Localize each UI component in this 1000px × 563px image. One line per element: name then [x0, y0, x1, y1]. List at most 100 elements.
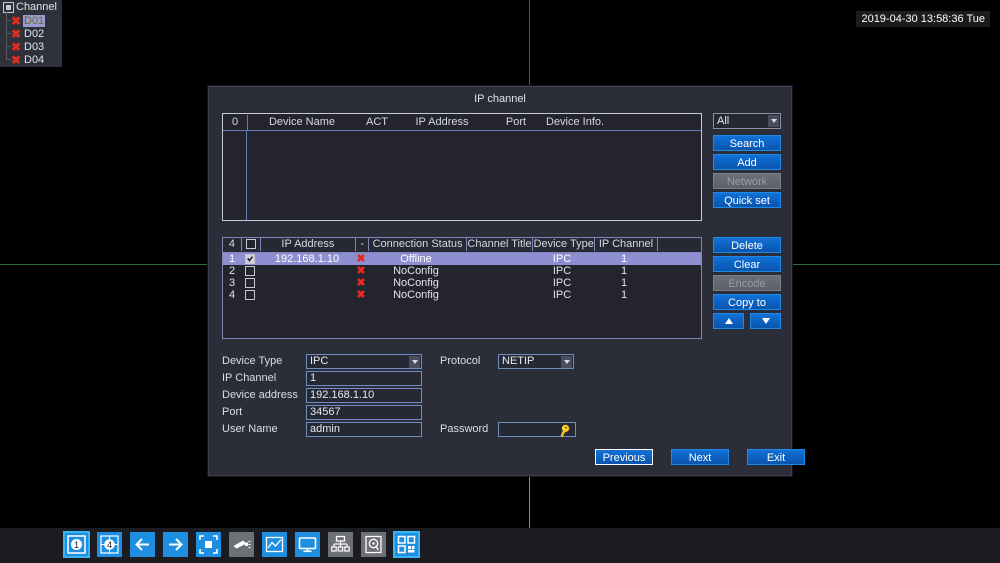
tree-stub	[6, 33, 11, 34]
table-row[interactable]: 2 ✖ NoConfig IPC 1	[223, 265, 701, 277]
triangle-up-icon	[724, 318, 733, 324]
form-row-port: Port 34567	[222, 404, 782, 421]
device-address-input[interactable]: 192.168.1.10	[306, 388, 422, 403]
device-filter-select[interactable]: All	[713, 113, 781, 129]
color-setting-button[interactable]	[262, 532, 287, 557]
channel-item-d01[interactable]: ✖ D01	[6, 14, 62, 27]
view-4-split-button[interactable]: 4	[97, 532, 122, 557]
view-1-split-button[interactable]: 1	[63, 531, 90, 558]
col-connection-status: Connection Status	[369, 238, 467, 251]
table-row[interactable]: 4 ✖ NoConfig IPC 1	[223, 289, 701, 301]
row-connection-status: NoConfig	[393, 265, 439, 277]
one-window-icon: 1	[67, 535, 86, 554]
arrow-right-icon	[169, 538, 183, 551]
grid-menu-icon	[397, 535, 416, 554]
red-x-icon: ✖	[10, 13, 22, 28]
row-checkbox[interactable]	[245, 278, 255, 289]
triangle-down-icon	[761, 318, 770, 324]
protocol-select[interactable]: NETIP	[498, 354, 574, 369]
form-row-device-type: Device Type IPC Protocol NETIP	[222, 353, 782, 370]
row-checkbox-cell[interactable]	[241, 277, 259, 289]
channel-item-d02[interactable]: ✖ D02	[6, 27, 62, 40]
row-channel-title	[465, 277, 531, 289]
ip-channel-dialog: IP channel 0 Device Name ACT IP Address …	[208, 86, 805, 476]
column-divider	[246, 131, 247, 220]
table-row[interactable]: 1 192.168.1.10 ✖ Offline IPC 1	[223, 253, 701, 265]
window-icon	[3, 2, 14, 13]
ip-channel-input[interactable]: 1	[306, 371, 422, 386]
key-icon[interactable]: 🔑	[557, 423, 573, 439]
row-checkbox-cell[interactable]	[241, 265, 259, 277]
port-input[interactable]: 34567	[306, 405, 422, 420]
search-table-body[interactable]	[223, 131, 701, 220]
previous-page-button[interactable]	[130, 532, 155, 557]
row-channel-title	[465, 253, 531, 265]
row-ip-address	[259, 277, 355, 289]
svg-text:4: 4	[107, 540, 112, 550]
row-checkbox[interactable]	[245, 266, 255, 277]
row-checkbox[interactable]	[245, 290, 255, 301]
port-label: Port	[222, 406, 243, 418]
red-x-icon: ✖	[10, 39, 22, 54]
hard-disk-icon	[365, 535, 382, 554]
chevron-down-icon[interactable]	[409, 356, 420, 368]
hdd-status-button[interactable]	[361, 532, 386, 557]
col-port: Port	[505, 116, 527, 128]
clear-button[interactable]: Clear	[713, 256, 781, 272]
user-name-input[interactable]: admin	[306, 422, 422, 437]
channel-item-d04[interactable]: ✖ D04	[6, 53, 62, 66]
col-act: ACT	[366, 116, 388, 128]
quick-set-button[interactable]: Quick set	[713, 192, 781, 208]
search-result-table[interactable]: 0 Device Name ACT IP Address Port Device…	[222, 113, 702, 221]
row-ip-channel: 1	[620, 289, 628, 301]
row-spacer	[655, 253, 699, 265]
configured-channel-table[interactable]: 4 IP Address - Connection Status Channel…	[222, 237, 702, 339]
row-channel-title	[465, 265, 531, 277]
ptz-control-button[interactable]	[229, 532, 254, 557]
row-connection-status: Offline	[400, 253, 432, 265]
device-type-select[interactable]: IPC	[306, 354, 422, 369]
chevron-down-icon[interactable]	[561, 356, 572, 368]
dvr-screen: Channel ✖ D01 ✖ D02 ✖ D03 ✖ D04 2019-04-…	[0, 0, 1000, 563]
network-status-button[interactable]	[328, 532, 353, 557]
move-up-button[interactable]	[713, 313, 744, 329]
search-button[interactable]: Search	[713, 135, 781, 151]
svg-text:1: 1	[74, 540, 79, 550]
select-all-checkbox[interactable]	[245, 239, 256, 250]
move-down-button[interactable]	[750, 313, 781, 329]
previous-button[interactable]: Previous	[595, 449, 653, 465]
exit-button[interactable]: Exit	[747, 449, 805, 465]
protocol-label: Protocol	[440, 355, 481, 367]
row-device-type: IPC	[552, 289, 572, 301]
chevron-down-icon[interactable]	[768, 115, 779, 127]
table-row[interactable]: 3 ✖ NoConfig IPC 1	[223, 277, 701, 289]
row-checkbox[interactable]	[245, 254, 255, 265]
tree-stub	[6, 59, 11, 60]
next-page-button[interactable]	[163, 532, 188, 557]
red-x-icon: ✖	[356, 265, 366, 277]
next-button[interactable]: Next	[671, 449, 729, 465]
display-output-button[interactable]	[295, 532, 320, 557]
ip-channel-label: IP Channel	[222, 372, 277, 384]
row-checkbox-cell[interactable]	[241, 253, 259, 265]
add-button[interactable]: Add	[713, 154, 781, 170]
col-channel-title: Channel Title	[467, 238, 534, 251]
col-dash: -	[356, 238, 370, 251]
row-checkbox-cell[interactable]	[241, 289, 259, 301]
copy-to-button[interactable]: Copy to	[713, 294, 781, 310]
row-spacer	[655, 289, 699, 301]
delete-button[interactable]: Delete	[713, 237, 781, 253]
red-x-icon: ✖	[356, 289, 366, 301]
col-device-info: Device Info.	[546, 116, 605, 128]
password-input[interactable]: 🔑	[498, 422, 576, 439]
main-menu-button[interactable]	[393, 531, 420, 558]
manual-record-button[interactable]	[196, 532, 221, 557]
graph-icon	[265, 536, 284, 553]
channel-item-d03[interactable]: ✖ D03	[6, 40, 62, 53]
channel-list-header: Channel	[2, 1, 62, 14]
channel-label: D01	[23, 14, 46, 27]
row-connection-status: NoConfig	[393, 277, 439, 289]
network-button: Network	[713, 173, 781, 189]
col-select-all[interactable]	[242, 238, 261, 251]
device-type-label: Device Type	[222, 355, 283, 367]
